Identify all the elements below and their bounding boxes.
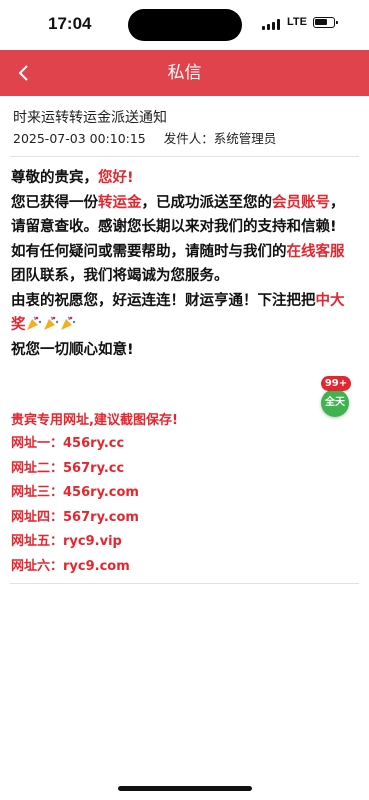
home-indicator[interactable] [118, 786, 252, 791]
signal-icon [262, 19, 282, 30]
link-row[interactable]: 网址一：456ry.cc [11, 432, 356, 457]
paragraph-1: 您已获得一份转运金，已成功派送至您的会员账号，请留意查收。感谢您长期以来对我们的… [11, 194, 345, 236]
online-service-link[interactable]: 在线客服 [287, 244, 345, 260]
message-body: 尊敬的贵宾，您好! 您已获得一份转运金，已成功派送至您的会员账号，请留意查收。感… [11, 166, 356, 362]
message-title: 时来运转转运金派送通知 [13, 110, 167, 126]
sender-name: 系统管理员 [213, 131, 277, 146]
page-title: 私信 [167, 63, 202, 83]
nav-header: 私信 [0, 50, 369, 96]
network-type: LTE [287, 16, 307, 28]
party-popper-icon [26, 316, 41, 330]
battery-icon [313, 17, 338, 28]
link-row[interactable]: 网址五：ryc9.vip [11, 530, 356, 555]
status-time: 17:04 [48, 14, 92, 33]
paragraph-2: 如有任何疑问或需要帮助，请随时与我们的在线客服团队联系，我们将竭诚为您服务。 [11, 243, 345, 285]
divider [10, 583, 359, 584]
party-popper-icon [43, 316, 58, 330]
paragraph-4: 祝您一切顺心如意! [11, 341, 134, 358]
divider [10, 156, 359, 157]
link-row[interactable]: 网址二：567ry.cc [11, 457, 356, 482]
dynamic-island [128, 9, 242, 41]
link-row[interactable]: 网址三：456ry.com [11, 481, 356, 506]
message-meta: 2025-07-03 00:10:15 发件人：系统管理员 [13, 128, 276, 147]
sender-label: 发件人： [163, 131, 214, 146]
message-datetime: 2025-07-03 00:10:15 [13, 131, 146, 146]
greeting: 尊敬的贵宾，您好! [11, 170, 134, 186]
links-section: 贵宾专用网址,建议截图保存! 网址一：456ry.cc 网址二：567ry.cc… [11, 410, 356, 579]
links-heading: 贵宾专用网址,建议截图保存! [11, 413, 178, 428]
link-row[interactable]: 网址四：567ry.com [11, 506, 356, 531]
link-row[interactable]: 网址六：ryc9.com [11, 555, 356, 580]
party-popper-icon [60, 316, 75, 330]
unread-badge: 99+ [321, 376, 351, 391]
paragraph-3: 由衷的祝愿您，好运连连！财运亨通！下注把把中大奖 [11, 292, 345, 334]
status-bar: 17:04 LTE [0, 0, 369, 50]
